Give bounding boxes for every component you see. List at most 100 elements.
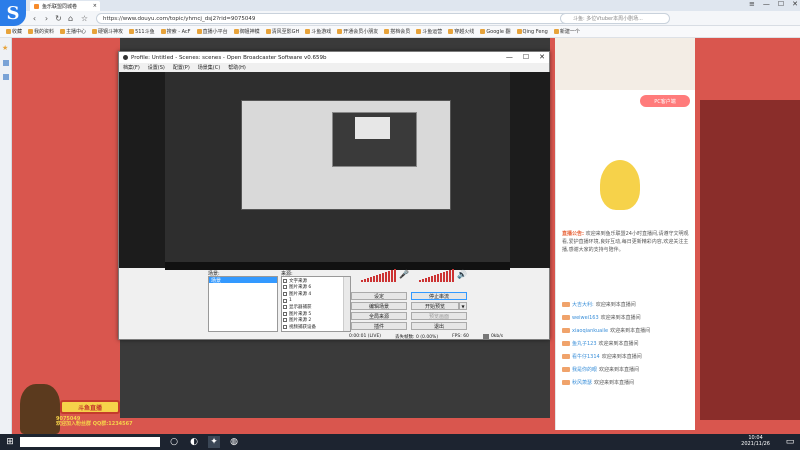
obs-close-icon[interactable]: ✕ — [539, 53, 545, 61]
edit-scene-button[interactable]: 编辑场景 — [351, 302, 407, 310]
speaker-icon[interactable]: 🔊 — [457, 270, 467, 279]
bookmark-label: 搜索 - AcF — [166, 29, 191, 35]
start-icon[interactable]: ⊞ — [4, 436, 16, 448]
source-checkbox[interactable] — [283, 318, 287, 323]
chat-nick[interactable]: 我是你的眼 — [572, 366, 597, 373]
taskbar-search[interactable] — [20, 437, 160, 447]
obs-preview[interactable] — [165, 72, 510, 268]
bookmark-item[interactable]: 穿越火线 — [448, 28, 474, 35]
bookmark-item[interactable]: 硬钢斗神攻 — [92, 28, 123, 35]
bookmark-item[interactable]: 开通会员小朋友 — [337, 28, 378, 35]
refresh-icon[interactable]: ↻ — [54, 14, 63, 23]
chat-message: 秋风萧瑟 欢迎来到本直播间 — [562, 378, 692, 387]
forward-icon[interactable]: › — [42, 14, 51, 23]
bookmark-item[interactable]: 主播中心 — [60, 28, 86, 35]
bookmark-item[interactable]: 我的资料 — [28, 28, 54, 35]
obs-task-icon[interactable]: ◍ — [228, 436, 240, 448]
start-preview-button[interactable]: 开始预览 — [411, 302, 459, 310]
browser-task-icon[interactable]: ◐ — [188, 436, 200, 448]
source-item[interactable]: 1 — [283, 298, 292, 304]
preview-button[interactable]: 预览画面 — [411, 312, 467, 320]
source-label: 文字来源 — [289, 278, 307, 284]
source-checkbox[interactable] — [283, 298, 287, 303]
bookmark-item[interactable]: 清风至影GH — [265, 28, 299, 35]
search-input[interactable]: 斗鱼: 多位Vtuber本周小剧场... — [560, 13, 670, 24]
bookmark-item[interactable]: 新建一个 — [553, 28, 580, 35]
obs-menu-item[interactable]: 场景集(C) — [198, 64, 220, 71]
url-input[interactable]: https://www.douyu.com/topic/yhmcj_dsj2?r… — [96, 13, 636, 24]
global-sources-button[interactable]: 全局来源 — [351, 312, 407, 320]
minimize-icon[interactable]: — — [763, 0, 770, 8]
bookmark-item[interactable]: 搜索 - AcF — [160, 28, 191, 35]
source-item[interactable]: 图片来源 6 — [283, 285, 311, 290]
source-checkbox[interactable] — [283, 285, 287, 290]
status-time: 0:00:01 (LIVE) — [349, 334, 382, 339]
bookmark-item[interactable]: Google 翻 — [480, 28, 511, 35]
source-checkbox[interactable] — [283, 291, 287, 296]
bookmark-item[interactable]: 斗鱼运营 — [416, 28, 442, 35]
chat-nick[interactable]: 秋风萧瑟 — [572, 379, 592, 386]
chat-text: 欢迎来到本直播间 — [599, 367, 640, 373]
obs-menu-item[interactable]: 档案(F) — [123, 64, 140, 71]
settings-button[interactable]: 设定 — [351, 292, 407, 300]
chat-nick[interactable]: 看牛仔1314 — [572, 353, 600, 360]
back-icon[interactable]: ‹ — [30, 14, 39, 23]
bookmark-item[interactable]: 搭档会员 — [384, 28, 410, 35]
menu-icon[interactable]: ≡ — [749, 0, 755, 8]
exit-button[interactable]: 退出 — [411, 322, 467, 330]
close-tab-icon[interactable]: × — [93, 3, 97, 9]
app-task-icon[interactable]: ✦ — [208, 436, 220, 448]
taskbar-clock[interactable]: 10:04 2021/11/26 — [741, 435, 770, 447]
favorite-icon[interactable]: ★ — [2, 44, 8, 52]
source-checkbox[interactable] — [283, 311, 287, 316]
source-checkbox[interactable] — [283, 305, 287, 310]
obs-minimize-icon[interactable]: — — [506, 53, 513, 61]
meter-bar — [431, 276, 433, 282]
notification-icon[interactable]: ▭ — [784, 436, 796, 448]
mic-icon[interactable]: 🎤 — [399, 270, 409, 279]
close-window-icon[interactable]: ✕ — [792, 0, 798, 8]
source-item[interactable]: 显示器捕获 — [283, 304, 312, 310]
home-icon[interactable]: ⌂ — [66, 14, 75, 23]
task-view-icon[interactable]: ○ — [168, 436, 180, 448]
obs-menu-item[interactable]: 帮助(H) — [228, 64, 246, 71]
bookmark-item[interactable]: 511斗鱼 — [129, 28, 155, 35]
chat-nick[interactable]: 鱼丸子123 — [572, 340, 597, 347]
side-rail: ★ — [0, 38, 12, 434]
browser-tab[interactable]: 鱼乐联盟同城卷 × — [30, 1, 100, 11]
pc-client-button[interactable]: PC客户端 — [640, 95, 690, 107]
source-item[interactable]: 视频捕获设备 — [283, 324, 316, 330]
history-icon[interactable] — [3, 60, 9, 66]
source-item[interactable]: 图片来源 2 — [283, 318, 311, 323]
chat-nick[interactable]: xiaoqiankuaile — [572, 328, 608, 334]
chat-nick[interactable]: weiwei163 — [572, 315, 599, 321]
bookmark-item[interactable]: 收藏 — [6, 28, 22, 35]
source-item[interactable]: 图片来源 4 — [283, 291, 311, 297]
bookmark-item[interactable]: 斗鱼游戏 — [305, 28, 331, 35]
stop-stream-button[interactable]: 停止串流 — [411, 292, 467, 300]
bookmark-item[interactable]: Qing Feng — [516, 29, 548, 35]
bookmark-item[interactable]: 御姐神模 — [233, 28, 260, 35]
maximize-icon[interactable]: ☐ — [778, 0, 784, 8]
plugins-button[interactable]: 插件 — [351, 322, 407, 330]
source-item[interactable]: 图片来源 5 — [283, 311, 311, 317]
obs-menu-item[interactable]: 配置(P) — [173, 64, 190, 71]
dropdown-arrow-icon[interactable]: ▼ — [459, 302, 467, 310]
scenes-list[interactable] — [208, 276, 278, 332]
bookmark-icon — [6, 29, 11, 34]
bookmark-icon — [60, 29, 66, 34]
obs-maximize-icon[interactable]: ☐ — [523, 53, 529, 61]
source-item[interactable]: 文字来源 — [283, 278, 307, 284]
bookmark-icon — [92, 29, 98, 34]
scene-item-selected[interactable]: 场景 — [209, 277, 277, 284]
chat-nick[interactable]: 大吉大利: — [572, 301, 594, 308]
obs-menu-item[interactable]: 设置(S) — [148, 64, 165, 71]
source-checkbox[interactable] — [283, 324, 287, 329]
bookmark-item[interactable]: 直播小平台 — [196, 28, 228, 35]
star-icon[interactable]: ☆ — [80, 14, 89, 23]
fan-badge-icon — [562, 315, 570, 320]
source-checkbox[interactable] — [283, 278, 287, 283]
chat-message: xiaoqiankuaile 欢迎来到本直播间 — [562, 326, 692, 335]
download-icon[interactable] — [3, 74, 9, 80]
sources-scrollbar[interactable] — [343, 277, 350, 331]
